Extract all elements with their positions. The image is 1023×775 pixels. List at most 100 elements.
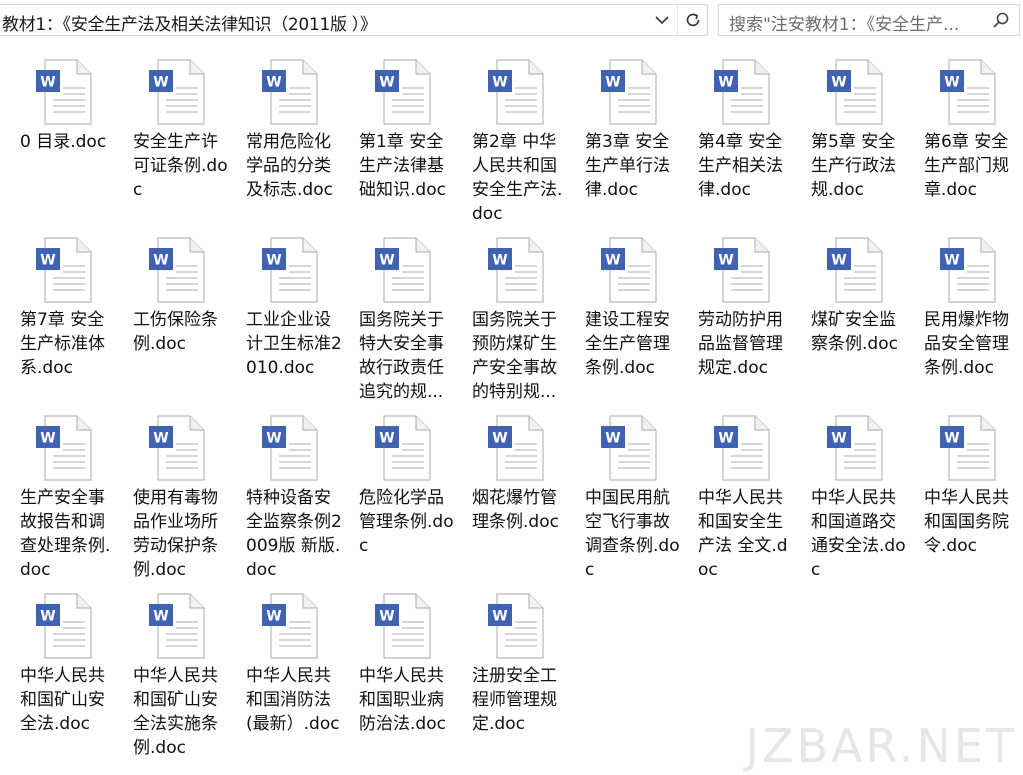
file-item[interactable]: W 国务院关于特大安全事故行政责任追究的规...	[354, 236, 458, 406]
word-document-icon: W	[711, 236, 775, 304]
word-document-icon: W	[485, 58, 549, 126]
word-document-icon: W	[146, 592, 210, 660]
word-document-icon: W	[937, 236, 1001, 304]
svg-text:W: W	[153, 431, 168, 447]
file-item[interactable]: W 中华人民共和国矿山安全法实施条例.doc	[128, 592, 232, 762]
file-item[interactable]: W 常用危险化学品的分类及标志.doc	[241, 58, 345, 228]
file-name-label: 中华人民共和国道路交通安全法.doc	[811, 488, 906, 580]
word-document-icon: W	[598, 236, 662, 304]
word-document-icon: W	[824, 414, 888, 482]
word-document-icon: W	[485, 592, 549, 660]
file-name-label: 第5章 安全生产行政法规.doc	[811, 132, 896, 200]
file-item[interactable]: W 中华人民共和国职业病防治法.doc	[354, 592, 458, 762]
svg-text:W: W	[153, 75, 168, 91]
word-document-icon: W	[598, 414, 662, 482]
file-item[interactable]: W 第7章 安全生产标准体系.doc	[15, 236, 119, 406]
file-item[interactable]: W 安全生产许可证条例.doc	[128, 58, 232, 228]
file-item[interactable]: W 民用爆炸物品安全管理条例.doc	[919, 236, 1023, 406]
file-item[interactable]: W 第2章 中华人民共和国安全生产法.doc	[467, 58, 571, 228]
chevron-down-icon	[655, 16, 669, 25]
file-item[interactable]: W 中国民用航空飞行事故调查条例.doc	[580, 414, 684, 584]
file-item[interactable]: W 中华人民共和国道路交通安全法.doc	[806, 414, 910, 584]
file-name-label: 注册安全工程师管理规定.doc	[472, 666, 557, 734]
svg-text:W: W	[266, 75, 281, 91]
file-item[interactable]: W 工业企业设计卫生标准2010.doc	[241, 236, 345, 406]
file-name-label: 劳动防护用品监督管理规定.doc	[698, 310, 783, 378]
file-item[interactable]: W 使用有毒物品作业场所劳动保护条例.doc	[128, 414, 232, 584]
file-item[interactable]: W 烟花爆竹管理条例.doc	[467, 414, 571, 584]
svg-text:W: W	[266, 431, 281, 447]
file-name-label: 特种设备安全监察条例2009版 新版.doc	[246, 488, 342, 580]
svg-text:W: W	[718, 431, 733, 447]
svg-text:W: W	[379, 431, 394, 447]
file-item[interactable]: W 生产安全事故报告和调查处理条例.doc	[15, 414, 119, 584]
word-document-icon: W	[259, 414, 323, 482]
file-item[interactable]: W 第3章 安全生产单行法律.doc	[580, 58, 684, 228]
file-name-label: 中华人民共和国安全生产法 全文.doc	[698, 488, 788, 580]
word-document-icon: W	[33, 592, 97, 660]
word-document-icon: W	[146, 58, 210, 126]
file-name-label: 中华人民共和国矿山安全法.doc	[20, 666, 105, 734]
file-item[interactable]: W 国务院关于预防煤矿生产安全事故的特别规...	[467, 236, 571, 406]
file-name-label: 第6章 安全生产部门规章.doc	[924, 132, 1009, 200]
file-item[interactable]: W 注册安全工程师管理规定.doc	[467, 592, 571, 762]
file-item[interactable]: W 煤矿安全监察条例.doc	[806, 236, 910, 406]
file-name-label: 0 目录.doc	[20, 132, 107, 152]
svg-text:W: W	[40, 253, 55, 269]
file-item[interactable]: W 特种设备安全监察条例2009版 新版.doc	[241, 414, 345, 584]
word-document-icon: W	[711, 414, 775, 482]
file-item[interactable]: W 中华人民共和国消防法(最新）.doc	[241, 592, 345, 762]
file-item[interactable]: W 第4章 安全生产相关法律.doc	[693, 58, 797, 228]
file-item[interactable]: W 工伤保险条例.doc	[128, 236, 232, 406]
file-name-label: 工伤保险条例.doc	[133, 310, 218, 354]
word-document-icon: W	[146, 414, 210, 482]
word-document-icon: W	[259, 592, 323, 660]
file-item[interactable]: W 建设工程安全生产管理条例.doc	[580, 236, 684, 406]
word-document-icon: W	[824, 58, 888, 126]
svg-text:W: W	[492, 431, 507, 447]
svg-text:W: W	[944, 253, 959, 269]
file-item[interactable]: W 第6章 安全生产部门规章.doc	[919, 58, 1023, 228]
svg-text:W: W	[605, 75, 620, 91]
file-name-label: 民用爆炸物品安全管理条例.doc	[924, 310, 1009, 378]
refresh-button[interactable]	[677, 5, 707, 35]
file-item[interactable]: W 中华人民共和国安全生产法 全文.doc	[693, 414, 797, 584]
file-item[interactable]: W 危险化学品管理条例.doc	[354, 414, 458, 584]
file-item[interactable]: W 中华人民共和国矿山安全法.doc	[15, 592, 119, 762]
word-document-icon: W	[598, 58, 662, 126]
search-box[interactable]: 搜索"注安教材1：《安全生产...	[718, 4, 1020, 36]
word-document-icon: W	[259, 236, 323, 304]
svg-text:W: W	[379, 609, 394, 625]
word-document-icon: W	[711, 58, 775, 126]
svg-text:W: W	[718, 75, 733, 91]
file-name-label: 国务院关于特大安全事故行政责任追究的规...	[359, 310, 444, 402]
search-icon	[993, 12, 1009, 28]
svg-text:W: W	[379, 253, 394, 269]
address-path[interactable]: 教材1：《安全生产法及相关法律知识（2011版 ）》	[2, 10, 377, 35]
word-document-icon: W	[937, 58, 1001, 126]
word-document-icon: W	[485, 236, 549, 304]
file-item[interactable]: W 劳动防护用品监督管理规定.doc	[693, 236, 797, 406]
file-name-label: 第2章 中华人民共和国安全生产法.doc	[472, 132, 563, 224]
file-name-label: 危险化学品管理条例.doc	[359, 488, 454, 556]
file-item[interactable]: W 0 目录.doc	[15, 58, 119, 228]
address-dropdown-button[interactable]	[648, 5, 676, 35]
svg-text:W: W	[605, 431, 620, 447]
word-document-icon: W	[485, 414, 549, 482]
file-name-label: 工业企业设计卫生标准2010.doc	[246, 310, 342, 378]
svg-text:W: W	[492, 253, 507, 269]
file-name-label: 建设工程安全生产管理条例.doc	[585, 310, 670, 378]
address-bar[interactable]: 教材1：《安全生产法及相关法律知识（2011版 ）》	[0, 4, 708, 36]
file-name-label: 生产安全事故报告和调查处理条例.doc	[20, 488, 111, 580]
file-item[interactable]: W 第1章 安全生产法律基础知识.doc	[354, 58, 458, 228]
file-item[interactable]: W 第5章 安全生产行政法规.doc	[806, 58, 910, 228]
search-button[interactable]	[991, 10, 1011, 30]
svg-text:W: W	[831, 431, 846, 447]
svg-text:W: W	[266, 253, 281, 269]
file-item[interactable]: W 中华人民共和国国务院令.doc	[919, 414, 1023, 584]
word-document-icon: W	[33, 58, 97, 126]
search-input[interactable]: 搜索"注安教材1：《安全生产...	[729, 10, 984, 35]
word-document-icon: W	[372, 592, 436, 660]
svg-text:W: W	[40, 75, 55, 91]
svg-text:W: W	[153, 609, 168, 625]
